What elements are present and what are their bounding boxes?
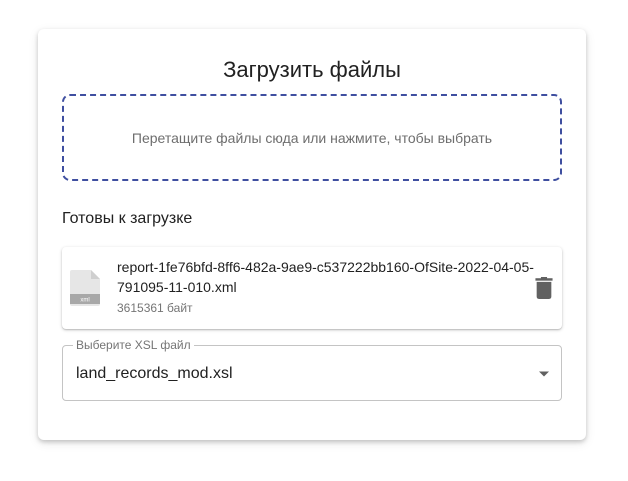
file-size: 3615361 байт (117, 301, 193, 315)
delete-icon[interactable] (534, 277, 554, 299)
file-type-label: xml (80, 298, 89, 304)
xsl-select-value: land_records_mod.xsl (76, 365, 233, 382)
page-title: Загрузить файлы (223, 57, 401, 82)
file-list-item: xml report-1fe76bfd-8ff6-482a-9ae9-c5372… (62, 247, 562, 329)
upload-card: Загрузить файлы Перетащите файлы сюда ил… (38, 29, 586, 440)
dropzone-text: Перетащите файлы сюда или нажмите, чтобы… (131, 129, 493, 146)
xsl-select-label: Выберите XSL файл (73, 338, 194, 352)
file-dropzone[interactable]: Перетащите файлы сюда или нажмите, чтобы… (62, 94, 562, 181)
xml-file-icon: xml (70, 270, 100, 306)
ready-section-title: Готовы к загрузке (62, 210, 193, 227)
xsl-file-select[interactable]: Выберите XSL файл land_records_mod.xsl (62, 338, 562, 401)
file-name: report-1fe76bfd-8ff6-482a-9ae9-c537222bb… (117, 259, 534, 295)
dropdown-arrow-icon[interactable] (538, 370, 550, 378)
